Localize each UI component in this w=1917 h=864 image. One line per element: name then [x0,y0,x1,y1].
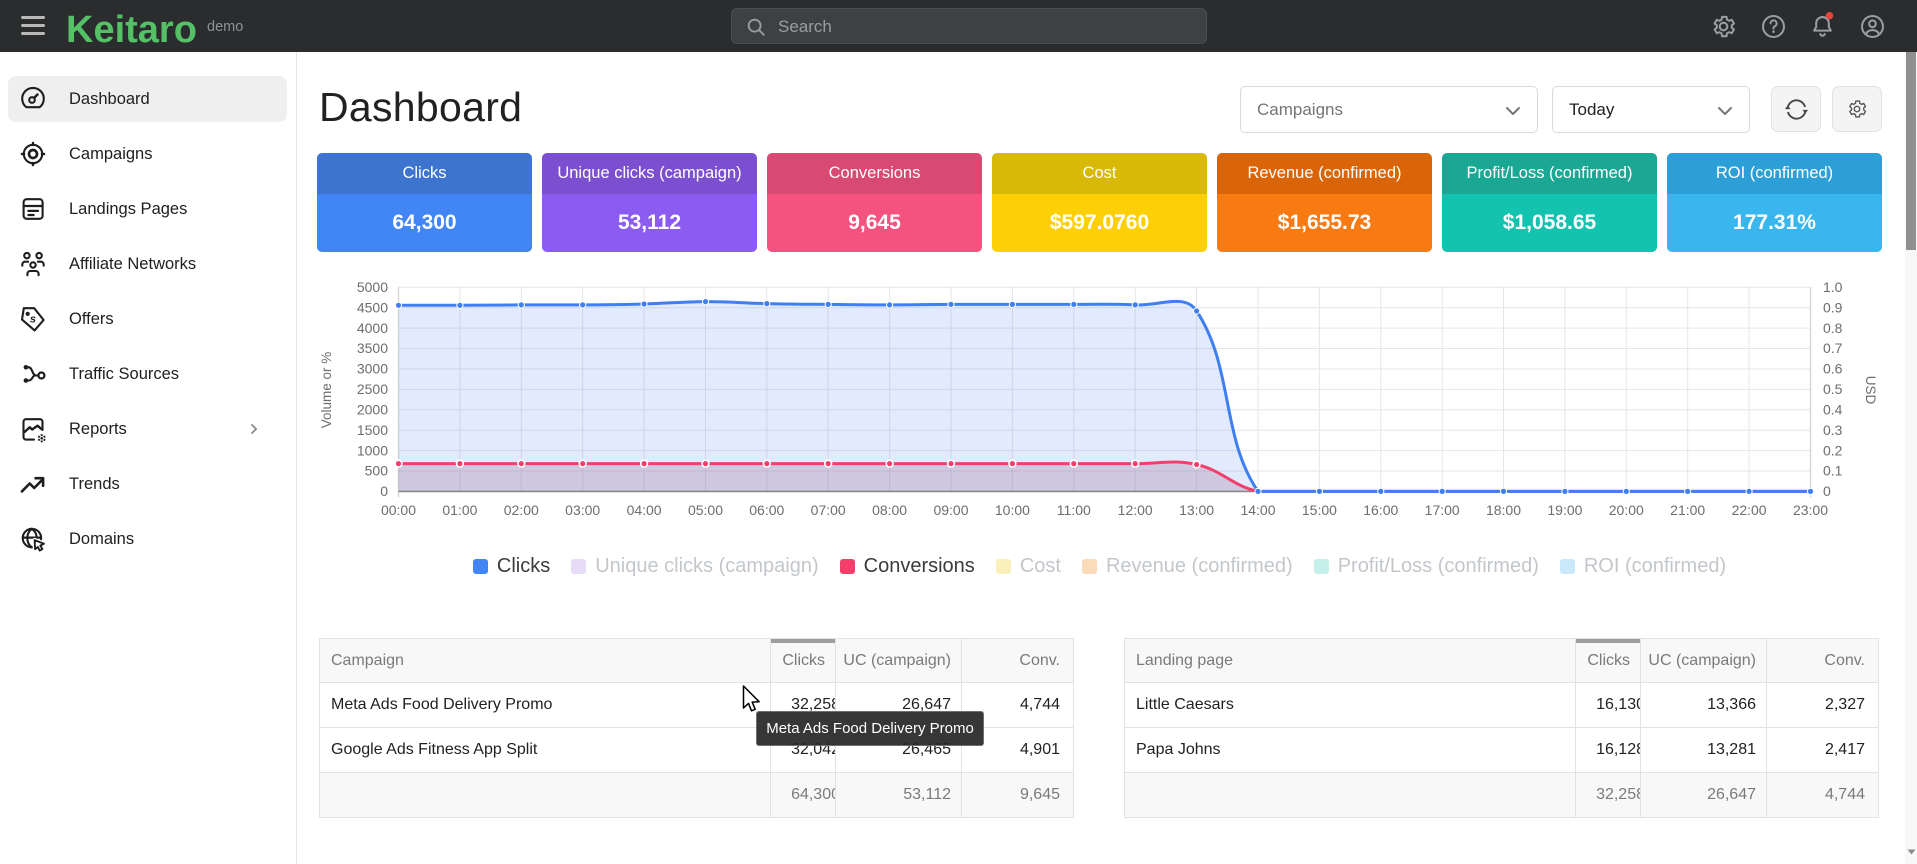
svg-text:0: 0 [1823,483,1831,499]
svg-text:09:00: 09:00 [933,502,968,518]
svg-text:5000: 5000 [357,279,388,295]
svg-text:3000: 3000 [357,361,388,377]
svg-text:13:00: 13:00 [1179,502,1214,518]
svg-text:01:00: 01:00 [442,502,477,518]
svg-text:19:00: 19:00 [1547,502,1582,518]
svg-text:14:00: 14:00 [1240,502,1275,518]
svg-text:02:00: 02:00 [504,502,539,518]
svg-text:0.5: 0.5 [1823,381,1843,397]
svg-text:06:00: 06:00 [749,502,784,518]
svg-text:3500: 3500 [357,340,388,356]
svg-text:0.6: 0.6 [1823,361,1843,377]
svg-text:03:00: 03:00 [565,502,600,518]
svg-text:23:00: 23:00 [1793,502,1828,518]
svg-text:17:00: 17:00 [1425,502,1460,518]
svg-text:0.9: 0.9 [1823,299,1843,315]
svg-text:500: 500 [365,463,389,479]
svg-text:10:00: 10:00 [995,502,1030,518]
svg-text:05:00: 05:00 [688,502,723,518]
svg-text:0.2: 0.2 [1823,442,1843,458]
svg-text:20:00: 20:00 [1609,502,1644,518]
svg-text:4500: 4500 [357,299,388,315]
svg-text:0.7: 0.7 [1823,340,1843,356]
svg-text:0.8: 0.8 [1823,320,1843,336]
svg-text:04:00: 04:00 [627,502,662,518]
svg-text:0: 0 [380,483,388,499]
svg-text:0.3: 0.3 [1823,422,1843,438]
svg-text:21:00: 21:00 [1670,502,1705,518]
svg-text:4000: 4000 [357,320,388,336]
svg-text:0.1: 0.1 [1823,463,1843,479]
svg-text:Volume or %: Volume or % [319,352,334,429]
svg-text:08:00: 08:00 [872,502,907,518]
svg-text:1.0: 1.0 [1823,279,1843,295]
svg-text:16:00: 16:00 [1363,502,1398,518]
svg-text:1500: 1500 [357,422,388,438]
svg-text:07:00: 07:00 [811,502,846,518]
svg-text:11:00: 11:00 [1057,502,1091,518]
svg-text:12:00: 12:00 [1118,502,1153,518]
svg-text:22:00: 22:00 [1732,502,1767,518]
svg-text:2500: 2500 [357,381,388,397]
svg-text:1000: 1000 [357,442,388,458]
svg-text:USD: USD [1863,376,1878,405]
svg-text:2000: 2000 [357,402,388,418]
svg-text:00:00: 00:00 [381,502,416,518]
svg-text:0.4: 0.4 [1823,402,1843,418]
svg-text:15:00: 15:00 [1302,502,1337,518]
svg-text:18:00: 18:00 [1486,502,1521,518]
